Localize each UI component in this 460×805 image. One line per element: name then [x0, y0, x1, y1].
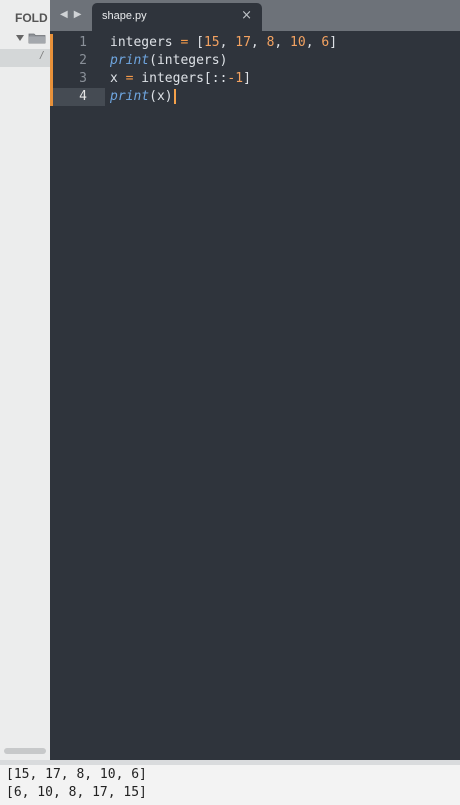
code-token: , — [274, 35, 291, 50]
tab-forward-icon[interactable]: ▶ — [74, 9, 82, 21]
code-token: integers — [110, 35, 181, 50]
console-output-line: [15, 17, 8, 10, 6] — [6, 767, 147, 782]
code-token: [ — [188, 35, 204, 50]
code-line[interactable]: print(integers) — [110, 52, 337, 70]
tab-shape-py[interactable]: shape.py × — [92, 3, 262, 31]
line-number: 1 — [79, 35, 87, 50]
tab-label: shape.py — [102, 10, 147, 22]
line-number: 2 — [79, 53, 87, 68]
code-token: ] — [243, 71, 251, 86]
folder-icon — [28, 33, 46, 44]
folder-expand-icon[interactable] — [16, 35, 24, 41]
tab-bar: ◀ ▶ shape.py × — [50, 0, 460, 31]
code-token: integers[:: — [133, 71, 228, 86]
code-token: , — [250, 35, 267, 50]
code-token: -1 — [227, 71, 244, 86]
tab-nav-arrows: ◀ ▶ — [60, 9, 81, 21]
code-token: , — [305, 35, 322, 50]
sidebar-scrollbar[interactable] — [4, 748, 46, 754]
code-editor[interactable]: 1234 integers = [15, 17, 8, 10, 6] print(… — [50, 31, 460, 760]
code-token: 6 — [321, 35, 330, 50]
code-token: 10 — [290, 35, 306, 50]
output-console: [15, 17, 8, 10, 6] [6, 10, 8, 17, 15] — [0, 765, 460, 805]
code-token: 17 — [235, 35, 251, 50]
tab-back-icon[interactable]: ◀ — [60, 9, 68, 21]
code-token: print — [110, 53, 150, 68]
code-token: ] — [329, 35, 338, 50]
code-line[interactable]: integers = [15, 17, 8, 10, 6] — [110, 34, 337, 52]
console-output-line: [6, 10, 8, 17, 15] — [6, 785, 147, 800]
code-line[interactable]: x = integers[::-1] — [110, 70, 337, 88]
sidebar: FOLD / — [0, 0, 50, 760]
close-icon[interactable]: × — [241, 8, 252, 23]
line-number-gutter: 1 2 3 4 — [53, 34, 105, 106]
line-number: 3 — [79, 71, 87, 86]
code-token: , — [219, 35, 236, 50]
code-token: x — [110, 71, 126, 86]
code-token: (integers) — [149, 53, 228, 68]
sidebar-header: FOLD — [15, 11, 48, 25]
text-cursor — [173, 89, 176, 104]
code-token: (x) — [149, 89, 173, 104]
code-token: print — [110, 89, 150, 104]
app-window: FOLD / ◀ ▶ shape.py × 1 2 3 4 integers = [1… — [0, 0, 460, 805]
line-number: 4 — [53, 88, 105, 106]
code-token: 15 — [203, 35, 220, 50]
sidebar-file-label: / — [40, 50, 44, 62]
code-area[interactable]: integers = [15, 17, 8, 10, 6] print(integ… — [110, 34, 337, 106]
code-line[interactable]: print(x) — [110, 88, 337, 106]
